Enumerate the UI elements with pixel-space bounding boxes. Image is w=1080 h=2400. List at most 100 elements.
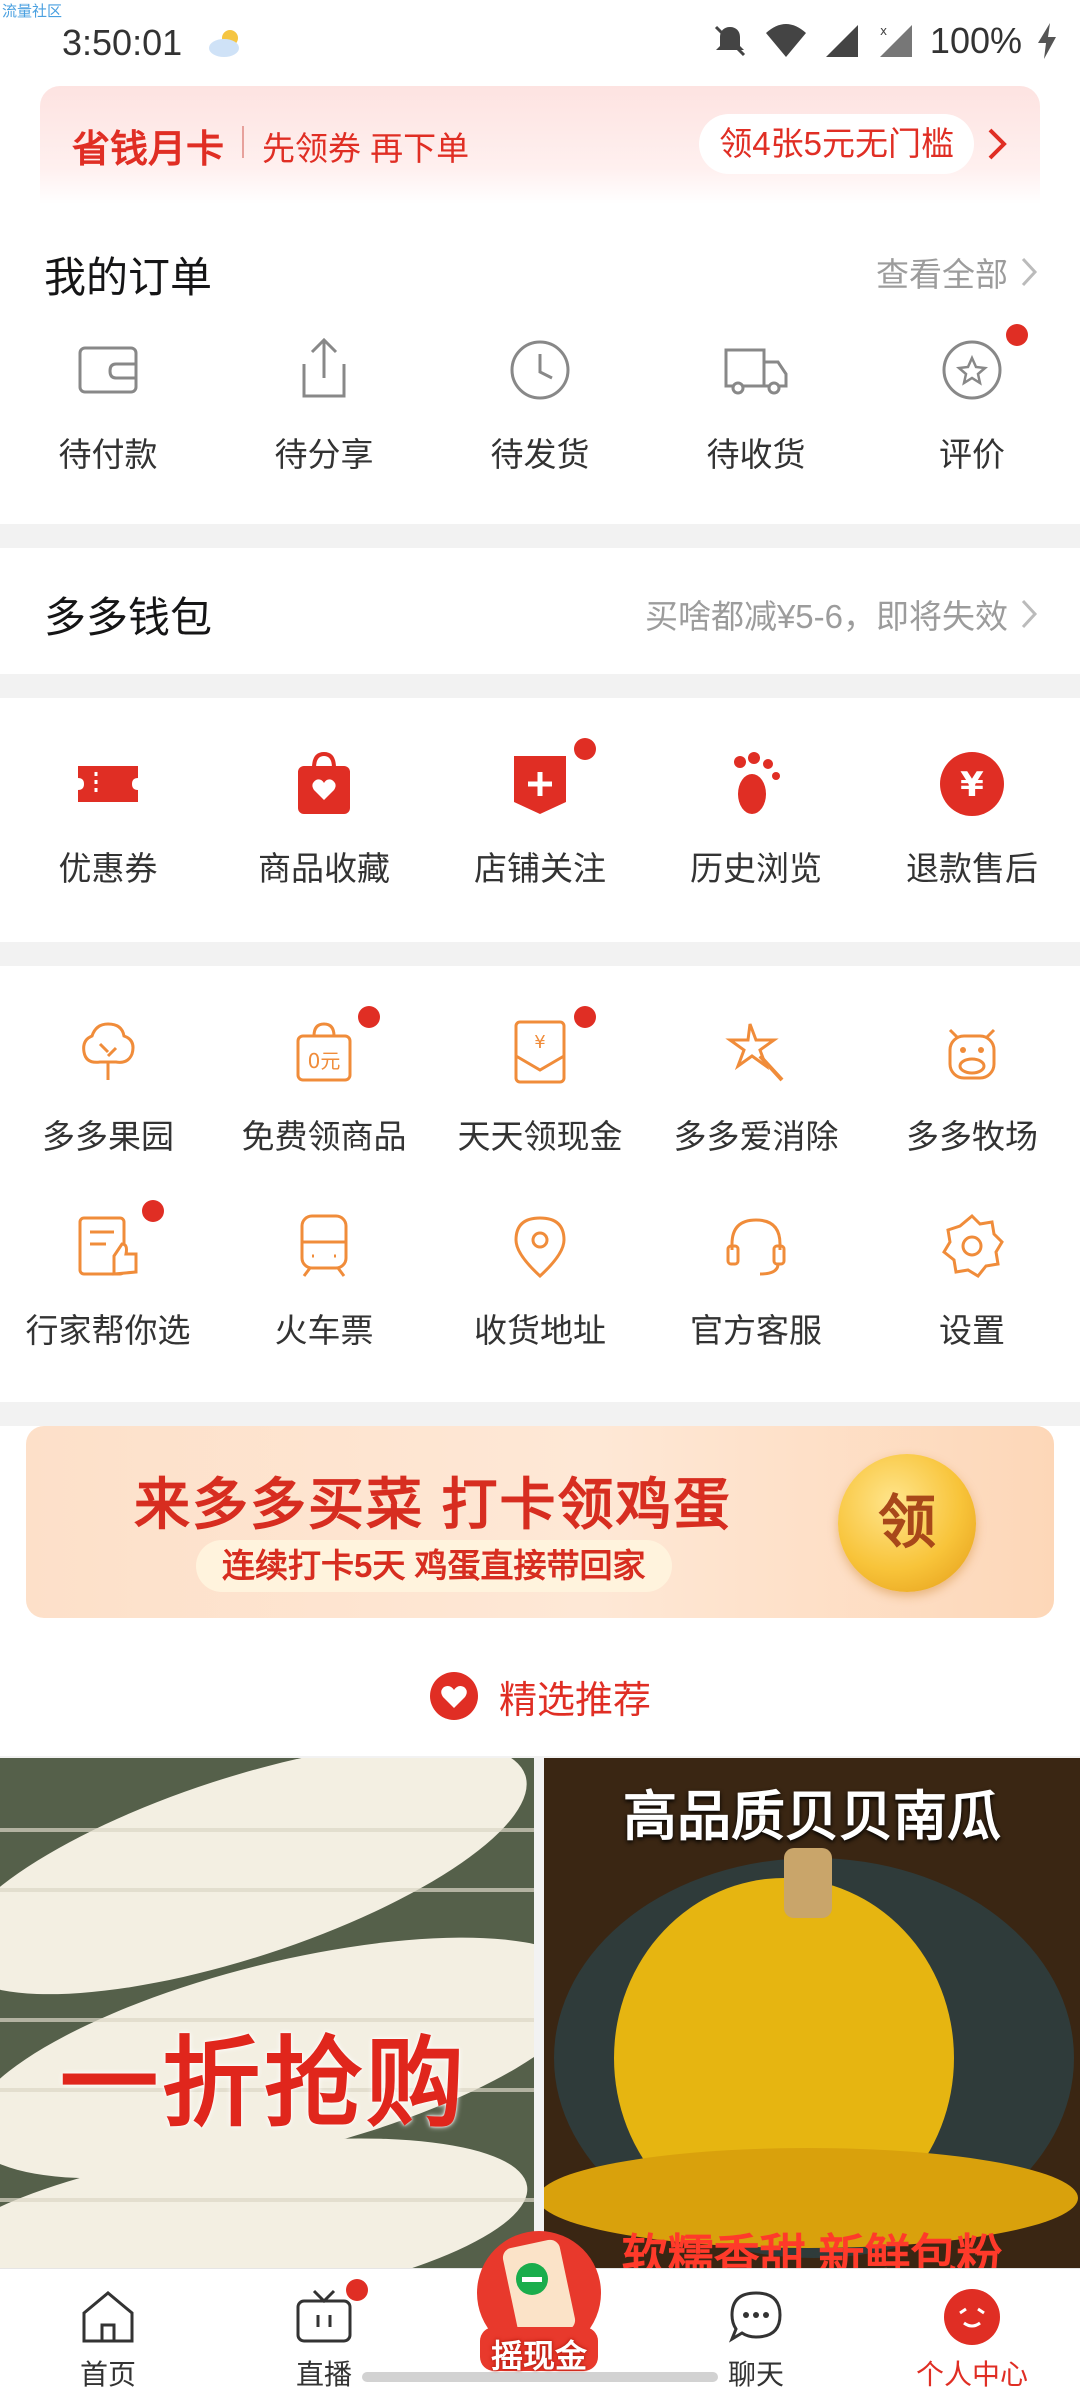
order-pending-shipment[interactable]: 待发货 [432, 334, 648, 476]
history-entry[interactable]: 历史浏览 [648, 748, 864, 890]
order-pending-payment[interactable]: 待付款 [0, 334, 216, 476]
tools-section: 优惠券 商品收藏 店铺关注 历史浏览 ¥ 退款售后 [0, 698, 1080, 942]
notification-dot [1006, 324, 1028, 346]
refund-entry[interactable]: ¥ 退款售后 [864, 748, 1080, 890]
recommend-header: 精选推荐 [0, 1636, 1080, 1756]
service-label: 免费领商品 [241, 1118, 407, 1155]
home-icon [82, 2291, 134, 2343]
promo-banner-wrap: 省钱月卡 先领券 再下单 领4张5元无门槛 [0, 86, 1080, 204]
tv-icon [296, 2289, 352, 2343]
home-indicator[interactable] [362, 2372, 718, 2382]
cow-icon [948, 1028, 996, 1080]
product-headline: 高品质贝贝南瓜 [623, 1787, 1001, 1847]
location-icon [514, 1216, 566, 1279]
order-pending-share[interactable]: 待分享 [216, 334, 432, 476]
watermark: 流量社区 [2, 2, 63, 20]
tool-label: 店铺关注 [474, 850, 606, 887]
tool-label: 退款售后 [906, 850, 1038, 887]
service-label: 多多爱消除 [673, 1118, 839, 1155]
battery-percent: 100% [929, 20, 1022, 61]
tool-label: 优惠券 [58, 850, 158, 887]
expert-pick-entry[interactable]: 行家帮你选 [0, 1200, 216, 1352]
tab-home[interactable]: 首页 [0, 2269, 216, 2400]
order-pending-receipt[interactable]: 待收货 [648, 334, 864, 476]
free-bag-icon: 0元 [296, 1022, 352, 1082]
view-all-label: 查看全部 [876, 256, 1008, 293]
service-label: 天天领现金 [457, 1118, 623, 1155]
chevron-right-icon [1021, 257, 1038, 287]
footprint-icon [734, 752, 780, 814]
orders-title: 我的订单 [44, 254, 213, 301]
svg-text:0元: 0元 [308, 1049, 341, 1073]
view-all-orders-link[interactable]: 查看全部 [876, 248, 1038, 296]
claim-coin-button[interactable]: 领 [838, 1454, 976, 1592]
status-bar: 3:50:01 x 100% [0, 0, 1080, 86]
chevron-right-icon[interactable] [982, 126, 1012, 162]
heart-badge-icon [429, 1672, 478, 1720]
chat-icon [728, 2291, 782, 2343]
settings-entry[interactable]: 设置 [864, 1210, 1080, 1352]
product-tagline: 软糯香甜 新鲜包粉 [621, 2230, 1003, 2268]
claim-coupons-button[interactable]: 领4张5元无门槛 [699, 114, 974, 174]
grocery-checkin-banner[interactable]: 来多多买菜 打卡领鸡蛋 连续打卡5天 鸡蛋直接带回家 领 [26, 1426, 1054, 1618]
notification-dot [346, 2279, 368, 2301]
charging-bolt-icon [1038, 23, 1056, 59]
tab-profile[interactable]: 个人中心 [864, 2269, 1080, 2400]
order-review[interactable]: 评价 [864, 324, 1080, 476]
service-label: 火车票 [274, 1312, 374, 1349]
order-label: 待发货 [490, 436, 590, 473]
daily-cash-entry[interactable]: ¥ 天天领现金 [432, 1006, 648, 1158]
svg-text:x: x [880, 24, 887, 38]
headset-icon [726, 1218, 786, 1276]
match-game-entry[interactable]: 多多爱消除 [648, 1016, 864, 1158]
train-ticket-entry[interactable]: 火车票 [216, 1210, 432, 1352]
truck-icon [724, 348, 788, 395]
star-wand-icon [725, 1023, 784, 1082]
wallet-hint: 买啥都减¥5-6，即将失效 [644, 598, 1008, 635]
order-label: 待付款 [58, 436, 158, 473]
cash-envelope-icon: ¥ [514, 1020, 566, 1084]
favorite-bag-icon [298, 751, 350, 814]
signal-icon [825, 25, 858, 57]
service-label: 行家帮你选 [25, 1312, 191, 1349]
wallet-hint-link[interactable]: 买啥都减¥5-6，即将失效 [645, 590, 1038, 638]
wifi-icon [765, 24, 806, 57]
gear-icon [942, 1213, 1004, 1278]
services-section: 多多果园 0元 免费领商品 ¥ 天天领现金 多多爱消除 多多牧场 行家帮你选 火… [0, 966, 1080, 1402]
order-label: 待分享 [274, 436, 374, 473]
notification-dot [358, 1006, 380, 1028]
recommend-label: 精选推荐 [498, 1679, 651, 1722]
wallet-icon [78, 346, 138, 394]
tree-icon [82, 1022, 135, 1080]
chevron-right-icon [1021, 599, 1038, 629]
promo-divider [242, 126, 244, 158]
svg-text:¥: ¥ [534, 1032, 545, 1053]
wallet-section[interactable]: 多多钱包 买啥都减¥5-6，即将失效 [0, 548, 1080, 674]
share-icon [302, 337, 346, 398]
customer-service-entry[interactable]: 官方客服 [648, 1210, 864, 1352]
tab-label: 摇现金 [490, 2338, 587, 2374]
store-follow-icon [514, 756, 566, 814]
notification-dot [574, 738, 596, 760]
thumb-list-icon [78, 1216, 138, 1276]
savings-card-banner[interactable]: 省钱月卡 先领券 再下单 领4张5元无门槛 [40, 86, 1040, 204]
order-label: 评价 [939, 436, 1005, 473]
coupons-entry[interactable]: 优惠券 [0, 748, 216, 890]
notification-dot [142, 1200, 164, 1222]
free-goods-entry[interactable]: 0元 免费领商品 [216, 1006, 432, 1158]
promo-title: 省钱月卡 [72, 129, 225, 171]
orchard-entry[interactable]: 多多果园 [0, 1016, 216, 1158]
service-label: 多多牧场 [906, 1118, 1038, 1155]
notification-dot [574, 1006, 596, 1028]
favorites-entry[interactable]: 商品收藏 [216, 748, 432, 890]
store-follow-entry[interactable]: 店铺关注 [432, 738, 648, 890]
clock-icon [510, 340, 570, 400]
ranch-entry[interactable]: 多多牧场 [864, 1016, 1080, 1158]
address-entry[interactable]: 收货地址 [432, 1210, 648, 1352]
my-orders-section: 我的订单 查看全部 待付款 待分享 待发货 待收货 评价 [0, 204, 1080, 524]
egg-banner-subtitle: 连续打卡5天 鸡蛋直接带回家 [196, 1540, 672, 1592]
product-card[interactable]: 一折抢购 [0, 1758, 534, 2268]
product-card[interactable]: 高品质贝贝南瓜 软糯香甜 新鲜包粉 [544, 1758, 1080, 2268]
product-overlay-text: 一折抢购 [60, 2028, 469, 2138]
egg-banner-wrap: 来多多买菜 打卡领鸡蛋 连续打卡5天 鸡蛋直接带回家 领 [0, 1426, 1080, 1636]
